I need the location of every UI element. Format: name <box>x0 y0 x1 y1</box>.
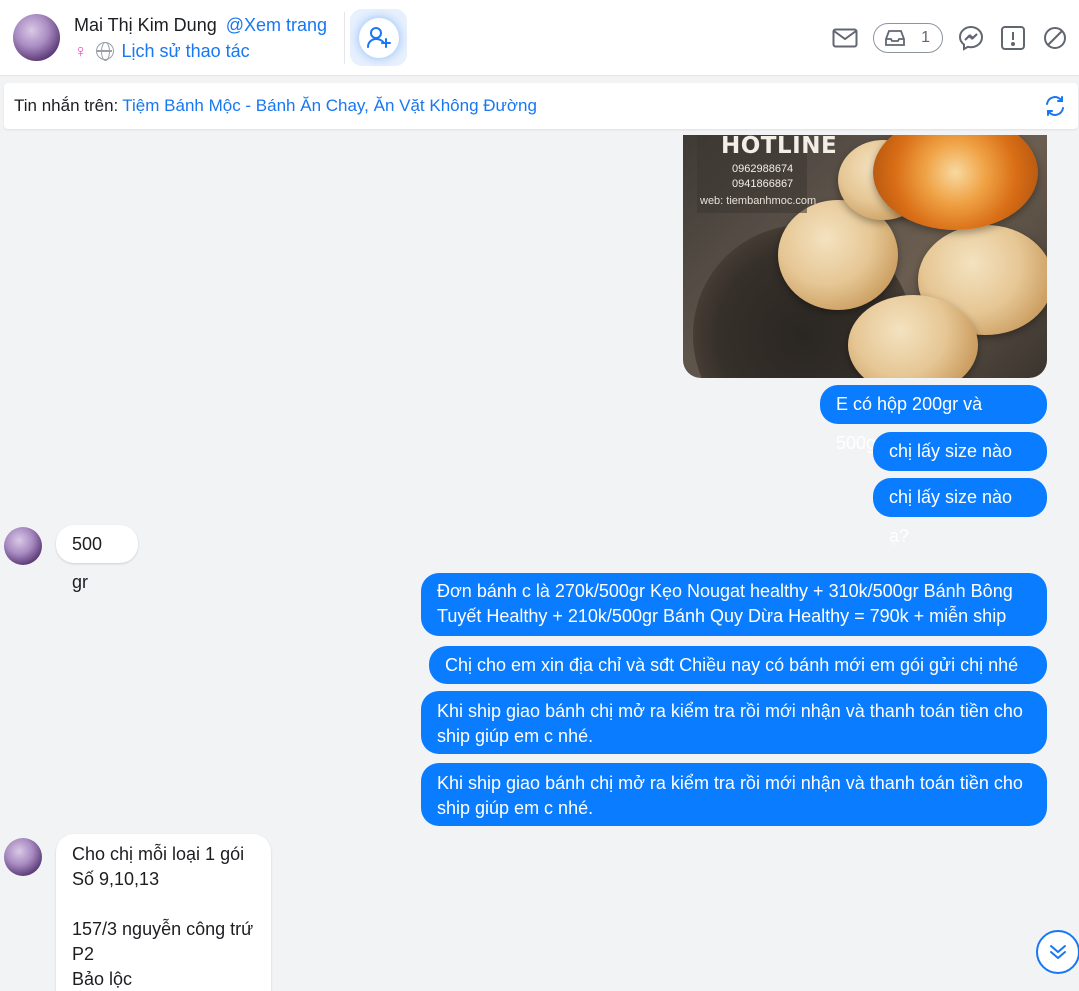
header-divider <box>344 12 345 64</box>
message-bubble-outgoing[interactable]: E có hộp 200gr và 500gr <box>820 385 1047 453</box>
source-label: Tin nhắn trên: <box>14 96 119 115</box>
message-text-line: 157/3 nguyễn công trứ <box>72 919 254 939</box>
header-actions: 1 <box>831 22 1069 54</box>
message-bubble-outgoing[interactable]: Đơn bánh c là 270k/500gr Kẹo Nougat heal… <box>421 573 1047 636</box>
inbox-icon <box>885 30 905 46</box>
message-text: 500 gr <box>72 534 103 592</box>
mail-icon[interactable] <box>831 24 859 52</box>
add-friend-icon <box>358 17 399 58</box>
source-page-link[interactable]: Tiệm Bánh Mộc - Bánh Ăn Chay, Ăn Vặt Khô… <box>122 96 537 116</box>
message-text-line: Đơn bánh c là 270k/500gr Kẹo Nougat heal… <box>437 581 1013 601</box>
message-bubble-outgoing[interactable]: Khi ship giao bánh chị mở ra kiểm tra rồ… <box>421 691 1047 754</box>
message-text: chị lấy size nào ạ? <box>889 487 1013 546</box>
scroll-to-bottom-button[interactable] <box>1036 930 1079 974</box>
message-text-line: ship giúp em c nhé. <box>437 726 594 746</box>
message-text-line: Khi ship giao bánh chị mở ra kiểm tra rồ… <box>437 773 1023 793</box>
customer-name: Mai Thị Kim Dung <box>74 15 217 35</box>
message-text-line: P2 <box>72 944 95 964</box>
customer-name-row: Mai Thị Kim Dung @Xem trang <box>74 15 327 36</box>
globe-icon <box>95 42 114 61</box>
photo-website: web: tiembanhmoc.com <box>700 195 817 207</box>
message-text-line: Cho chị mỗi loại 1 gói <box>72 844 245 864</box>
message-text-line: ship giúp em c nhé. <box>437 798 594 818</box>
action-history-link[interactable]: Lịch sử thao tác <box>122 41 250 62</box>
refresh-icon[interactable] <box>1044 95 1066 117</box>
customer-message-avatar <box>4 527 42 565</box>
photo-phone-1: 0962988674 <box>732 163 794 175</box>
report-icon[interactable] <box>999 24 1027 52</box>
inbox-count: 1 <box>921 29 930 46</box>
message-bubble-incoming[interactable]: 500 gr <box>56 525 138 592</box>
product-photo-message[interactable]: HOTLINE 0962988674 0941866867 web: tiemb… <box>683 135 1047 378</box>
message-bubble-outgoing[interactable]: chị lấy size nào ạ? <box>873 432 1047 500</box>
female-icon: ♀ <box>74 41 88 61</box>
photo-hotline-text: HOTLINE <box>721 135 838 159</box>
message-bubble-outgoing[interactable]: chị lấy size nào ạ? <box>873 478 1047 546</box>
message-bubble-outgoing[interactable]: Khi ship giao bánh chị mở ra kiểm tra rồ… <box>421 763 1047 826</box>
message-text-line: Bảo lộc <box>72 969 133 989</box>
messenger-icon[interactable] <box>957 24 985 52</box>
scroll-down-icon <box>1050 945 1066 959</box>
message-source-bar: Tin nhắn trên: Tiệm Bánh Mộc - Bánh Ăn C… <box>4 83 1078 129</box>
message-bubble-outgoing[interactable]: Chị cho em xin địa chỉ và sđt Chiều nay … <box>429 646 1047 713</box>
view-page-link[interactable]: @Xem trang <box>226 15 327 35</box>
customer-avatar[interactable] <box>13 14 60 61</box>
message-text-line: Tuyết Healthy + 210k/500gr Bánh Quy Dừa … <box>437 606 1007 626</box>
message-text-line: Khi ship giao bánh chị mở ra kiểm tra rồ… <box>437 701 1023 721</box>
message-text-line: Số 9,10,13 <box>72 869 160 889</box>
photo-phone-2: 0941866867 <box>732 178 794 190</box>
block-icon[interactable] <box>1041 24 1069 52</box>
conversation-header: Mai Thị Kim Dung @Xem trang ♀ Lịch sử th… <box>0 0 1079 76</box>
message-bubble-incoming[interactable]: Cho chị mỗi loại 1 gói Số 9,10,13 157/3 … <box>56 834 271 991</box>
customer-meta: ♀ Lịch sử thao tác <box>74 40 250 62</box>
inbox-count-button[interactable]: 1 <box>873 23 943 53</box>
customer-message-avatar <box>4 838 42 876</box>
add-friend-button[interactable] <box>350 9 407 66</box>
